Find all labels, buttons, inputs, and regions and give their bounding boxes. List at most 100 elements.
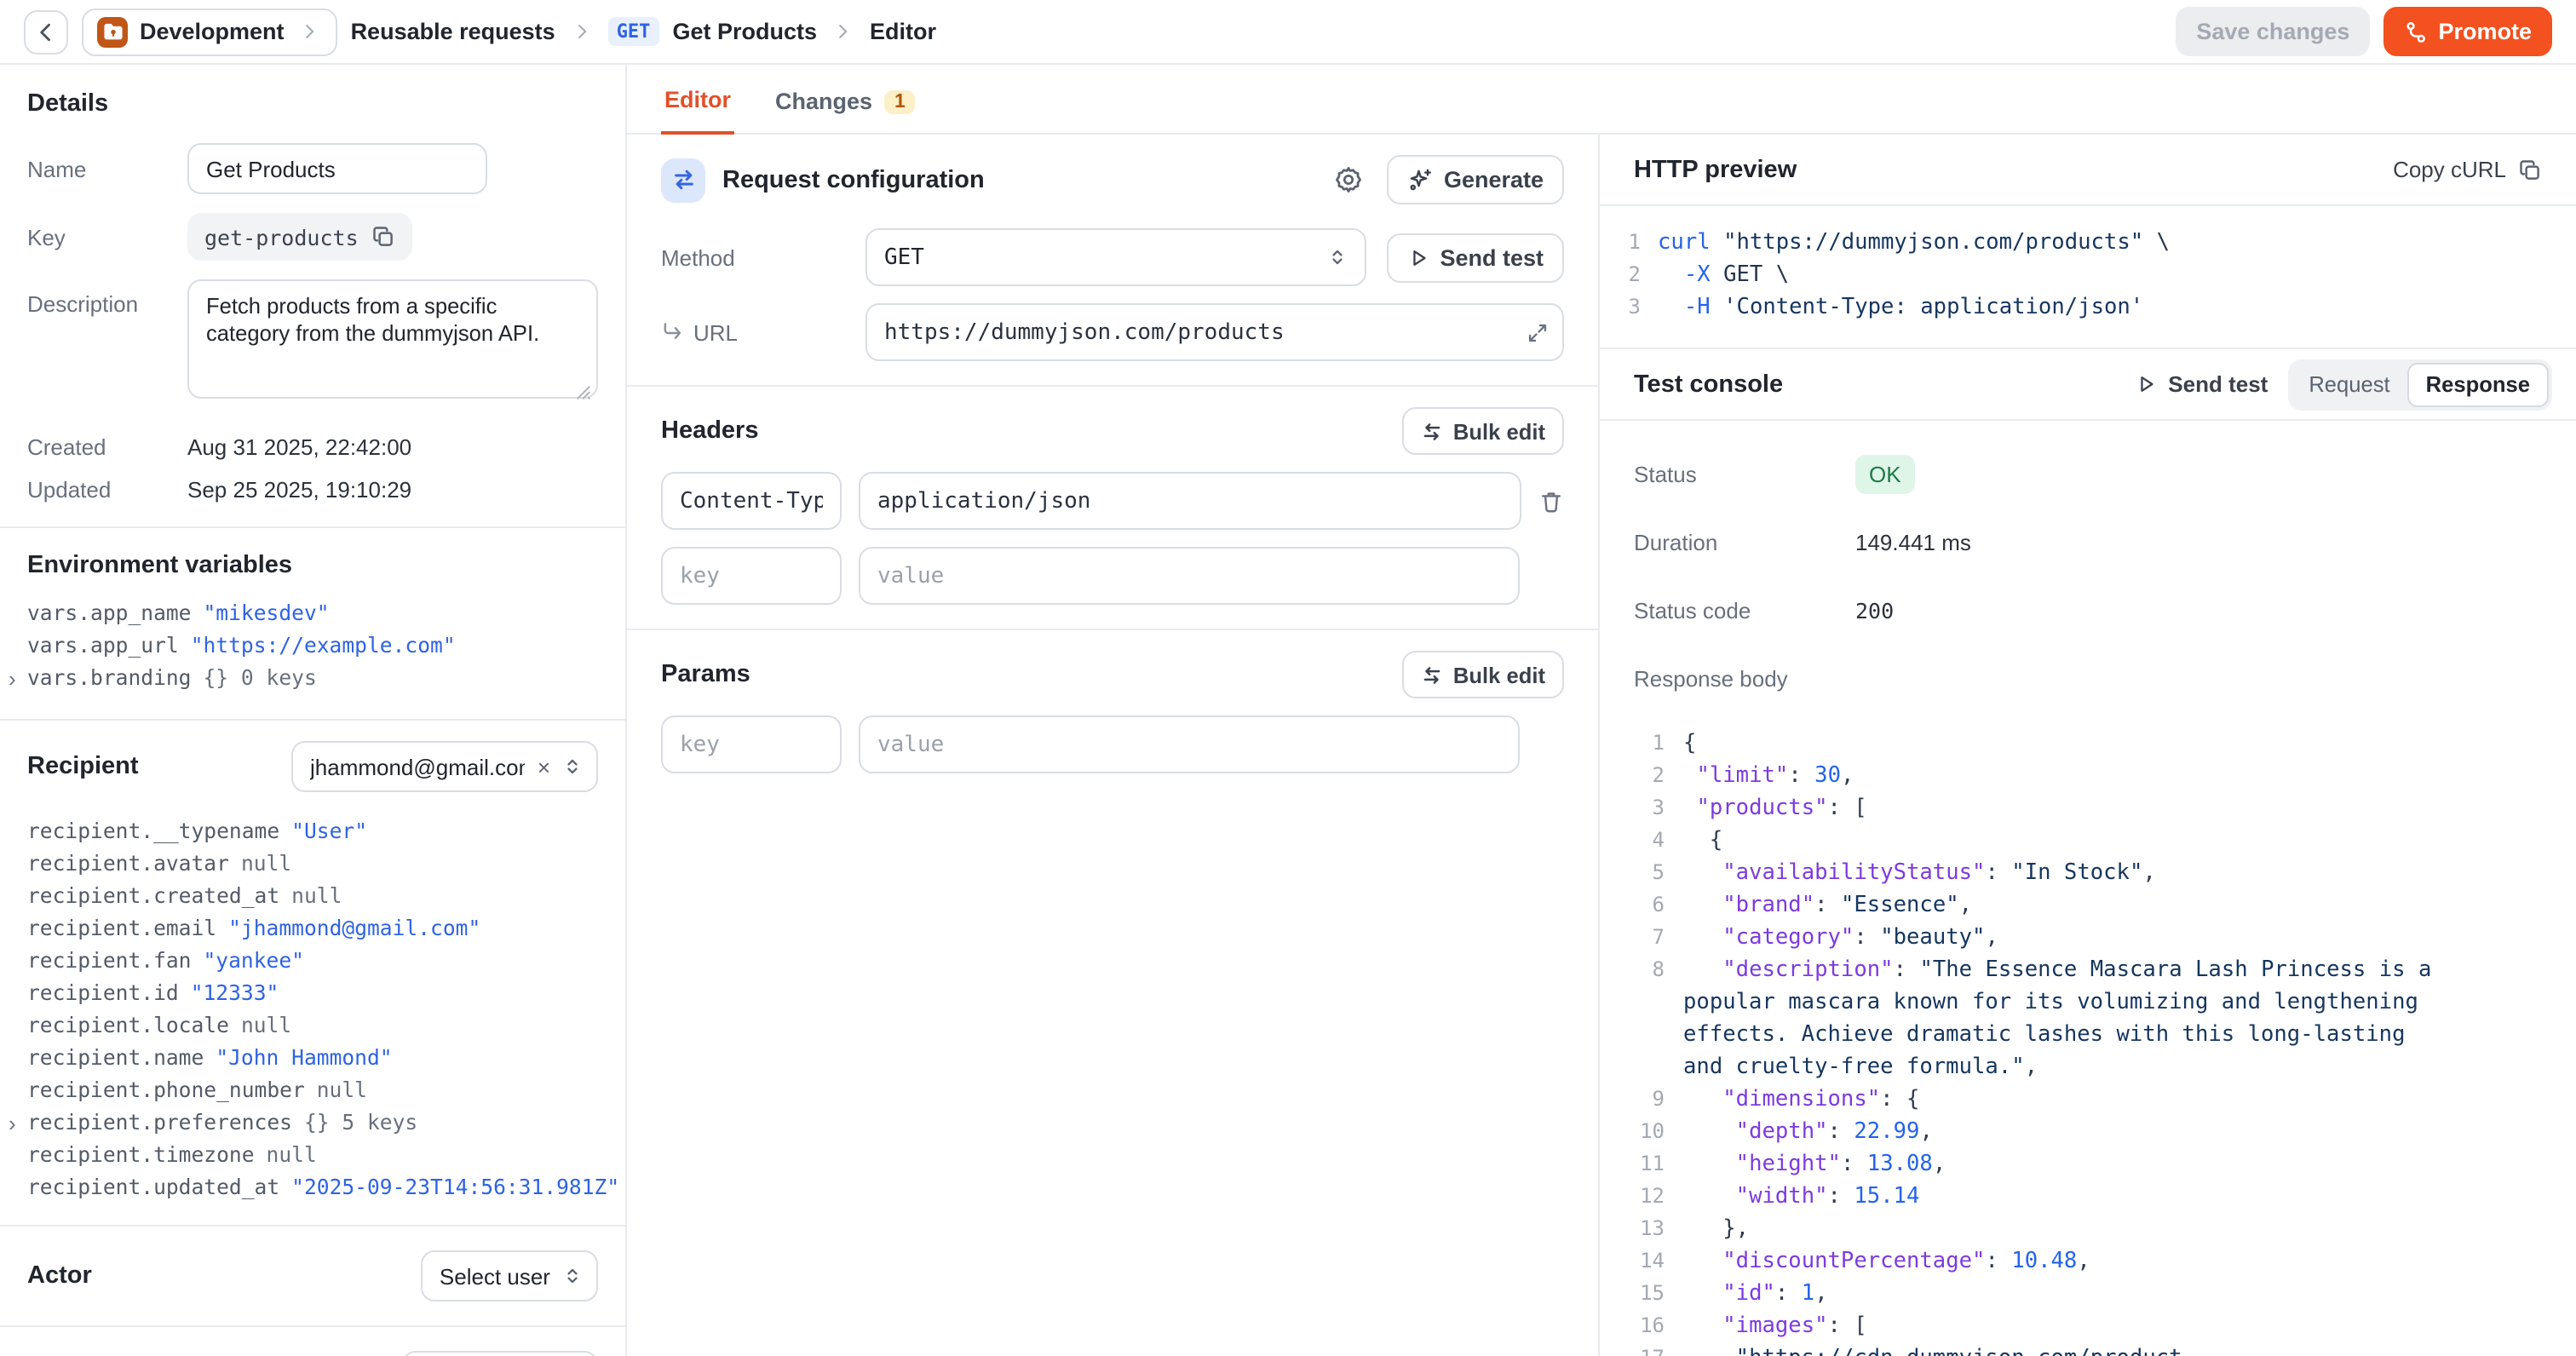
kv-key: recipient.email bbox=[27, 913, 216, 945]
response-body-code[interactable]: 1{2 "limit": 30,3 "products": [4 {5 "ava… bbox=[1600, 704, 2576, 1356]
kv-value: "https://example.com" bbox=[191, 630, 456, 663]
divider bbox=[0, 1225, 625, 1227]
toggle-response[interactable]: Response bbox=[2407, 362, 2549, 406]
url-input[interactable] bbox=[865, 303, 1564, 361]
toggle-request[interactable]: Request bbox=[2291, 362, 2406, 406]
console-send-test-button[interactable]: Send test bbox=[2134, 371, 2268, 397]
param-value-input[interactable] bbox=[859, 715, 1520, 773]
duration-label: Duration bbox=[1634, 529, 1855, 554]
project-switcher[interactable]: Development bbox=[82, 8, 337, 55]
breadcrumb-request-name[interactable]: Get Products bbox=[672, 19, 817, 44]
environment-variables-title: Environment variables bbox=[27, 552, 598, 579]
header-value-input-empty[interactable] bbox=[859, 547, 1520, 605]
key-value-row: › recipient.name "John Hammond" bbox=[27, 1043, 598, 1075]
created-label: Created bbox=[27, 434, 187, 460]
key-value-row: › vars.app_url "https://example.com" bbox=[27, 630, 598, 663]
param-key-input[interactable] bbox=[661, 715, 842, 773]
kv-key: recipient.phone_number bbox=[27, 1075, 305, 1107]
actor-select[interactable]: Select user bbox=[421, 1250, 598, 1301]
recipient-select[interactable]: jhammond@gmail.com × bbox=[291, 741, 598, 792]
code-line: 5 "availabilityStatus": "In Stock", bbox=[1634, 857, 2447, 889]
header-key-input[interactable] bbox=[661, 472, 842, 530]
kv-value: "jhammond@gmail.com" bbox=[228, 913, 480, 945]
key-value-row: › recipient.phone_number null bbox=[27, 1075, 598, 1107]
header-value-input[interactable] bbox=[859, 472, 1521, 530]
key-value-row: › recipient.updated_at "2025-09-23T14:56… bbox=[27, 1172, 598, 1204]
copy-icon bbox=[2518, 158, 2542, 181]
generate-button[interactable]: Generate bbox=[1388, 155, 1564, 204]
method-value: GET bbox=[884, 244, 924, 270]
code-line: 2 "limit": 30, bbox=[1634, 760, 2447, 792]
gear-icon[interactable] bbox=[1335, 165, 1364, 194]
swap-arrows-icon bbox=[661, 158, 705, 202]
branch-icon bbox=[2404, 20, 2428, 43]
recipient-selected-value: jhammond@gmail.com bbox=[310, 754, 526, 779]
actor-title: Actor bbox=[27, 1262, 92, 1290]
copy-curl-button[interactable]: Copy cURL bbox=[2393, 157, 2542, 182]
curl-preview-code: 1curl "https://dummyjson.com/products" \… bbox=[1600, 206, 2576, 349]
recipient-properties-list: › recipient.__typename "User" › recipien… bbox=[27, 816, 598, 1204]
expand-caret-icon[interactable]: › bbox=[9, 1107, 16, 1140]
kv-key: vars.branding bbox=[27, 663, 192, 695]
console-result-rows: Status OK Duration 149.441 ms Status cod… bbox=[1600, 421, 2576, 700]
code-line: 1{ bbox=[1634, 727, 2447, 760]
tab-editor[interactable]: Editor bbox=[661, 87, 734, 135]
tenant-select[interactable]: Select tenant bbox=[402, 1351, 598, 1356]
code-line: 4 { bbox=[1634, 825, 2447, 857]
clear-icon[interactable]: × bbox=[538, 754, 550, 779]
description-label: Description bbox=[27, 279, 187, 317]
key-value-row: › vars.branding {} 0 keys bbox=[27, 663, 598, 695]
breadcrumb-reusable-requests[interactable]: Reusable requests bbox=[351, 19, 555, 44]
kv-value: null bbox=[317, 1075, 367, 1107]
request-response-toggle: Request Response bbox=[2288, 359, 2552, 410]
chevron-updown-icon bbox=[562, 1266, 583, 1286]
kv-key: recipient.__typename bbox=[27, 816, 279, 848]
save-changes-button[interactable]: Save changes bbox=[2176, 7, 2370, 56]
params-bulk-edit-button[interactable]: Bulk edit bbox=[1402, 651, 1564, 698]
expand-icon[interactable] bbox=[1527, 321, 1549, 343]
line-number: 11 bbox=[1634, 1148, 1665, 1181]
editor-tabbar: Editor Changes 1 bbox=[627, 65, 2576, 135]
status-code-label: Status code bbox=[1634, 597, 1855, 623]
headers-bulk-edit-button[interactable]: Bulk edit bbox=[1402, 407, 1564, 455]
status-badge: OK bbox=[1855, 454, 1915, 493]
code-line: 6 "brand": "Essence", bbox=[1634, 889, 2447, 922]
line-number: 1 bbox=[1620, 227, 1641, 259]
line-number: 4 bbox=[1634, 825, 1665, 857]
bulk-edit-icon bbox=[1421, 420, 1443, 442]
kv-value: {} 5 keys bbox=[304, 1107, 417, 1140]
header-key-input-empty[interactable] bbox=[661, 547, 842, 605]
tab-changes[interactable]: Changes 1 bbox=[772, 89, 919, 133]
method-select[interactable]: GET bbox=[865, 228, 1366, 286]
promote-button[interactable]: Promote bbox=[2383, 7, 2552, 56]
kv-key: recipient.updated_at bbox=[27, 1172, 279, 1204]
line-number: 13 bbox=[1634, 1213, 1665, 1245]
code-line: 10 "depth": 22.99, bbox=[1634, 1116, 2447, 1148]
details-sidebar: Details Name Key get-products Descriptio… bbox=[0, 65, 627, 1356]
send-test-button[interactable]: Send test bbox=[1387, 233, 1564, 282]
expand-caret-icon[interactable]: › bbox=[9, 663, 16, 695]
divider bbox=[0, 719, 625, 721]
chevron-updown-icon bbox=[562, 756, 583, 777]
copy-icon[interactable] bbox=[372, 225, 396, 249]
play-icon bbox=[1407, 246, 1429, 268]
line-number: 16 bbox=[1634, 1310, 1665, 1342]
trash-icon[interactable] bbox=[1538, 488, 1564, 514]
updated-value: Sep 25 2025, 19:10:29 bbox=[187, 477, 411, 503]
description-textarea[interactable]: Fetch products from a specific category … bbox=[187, 279, 598, 399]
request-editor-panel: Request configuration Generate Method GE… bbox=[627, 135, 1600, 1356]
code-line: 1curl "https://dummyjson.com/products" \ bbox=[1620, 227, 2549, 259]
name-input[interactable] bbox=[187, 143, 487, 194]
back-button[interactable] bbox=[24, 9, 68, 54]
line-number: 3 bbox=[1620, 291, 1641, 324]
divider bbox=[627, 629, 1598, 630]
code-line: 13 }, bbox=[1634, 1213, 2447, 1245]
kv-key: recipient.created_at bbox=[27, 881, 279, 913]
resize-handle-icon[interactable] bbox=[574, 383, 593, 402]
kv-value: null bbox=[241, 1010, 291, 1043]
kv-value: null bbox=[241, 848, 291, 881]
key-value-row: › recipient.email "jhammond@gmail.com" bbox=[27, 913, 598, 945]
folder-icon bbox=[97, 16, 128, 47]
code-line: 9 "dimensions": { bbox=[1634, 1083, 2447, 1116]
kv-key: vars.app_url bbox=[27, 630, 179, 663]
